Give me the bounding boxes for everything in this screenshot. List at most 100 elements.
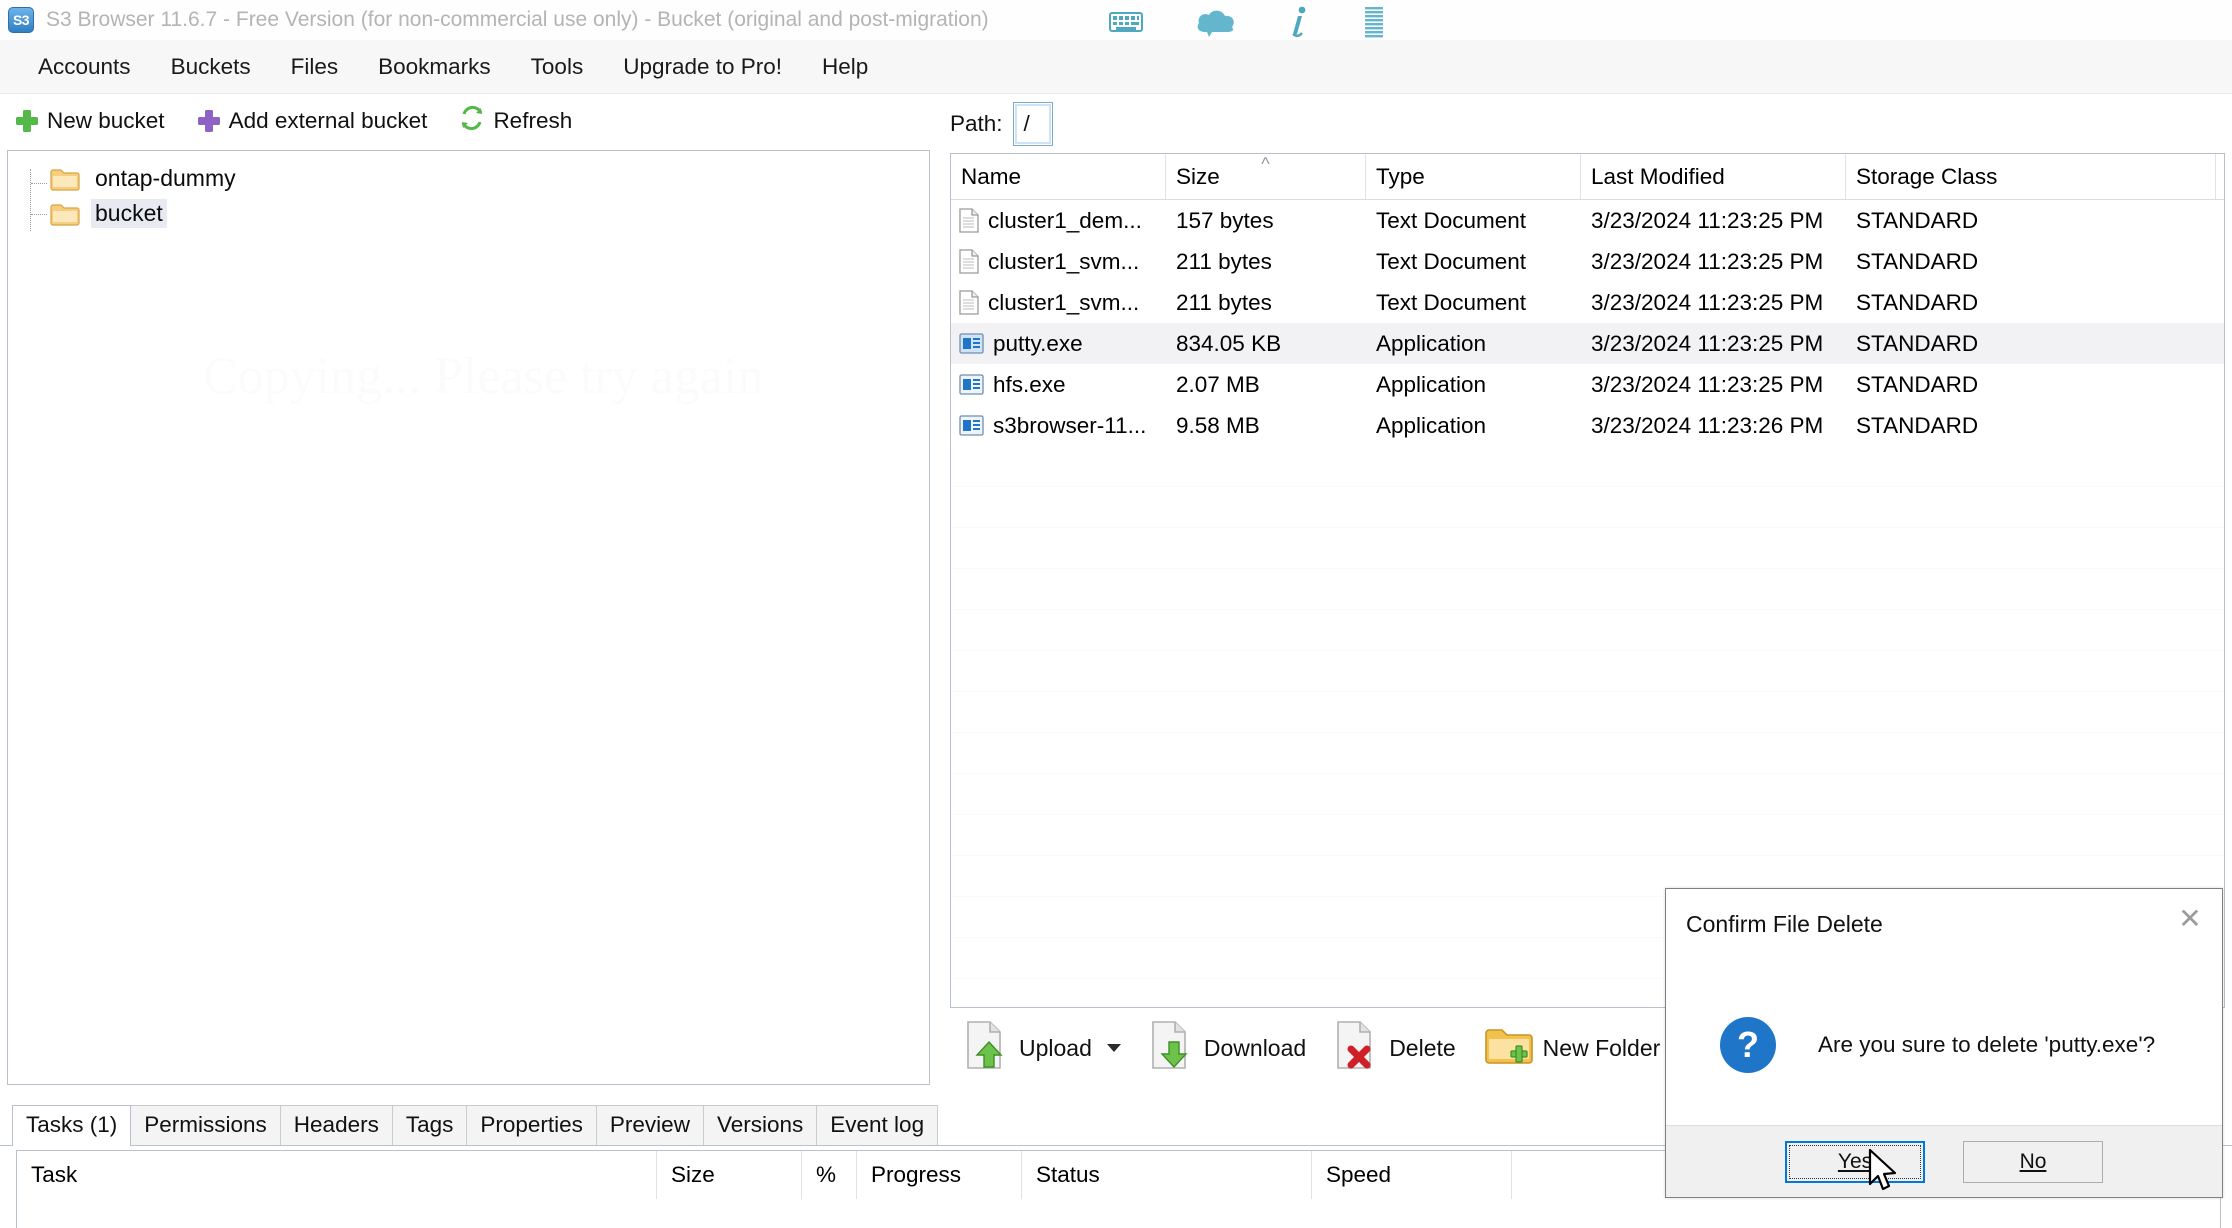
tab-tasks[interactable]: Tasks (1) bbox=[12, 1105, 132, 1146]
download-button[interactable]: Download bbox=[1149, 1019, 1306, 1077]
tree-guide bbox=[30, 196, 52, 231]
file-name-cell: putty.exe bbox=[951, 323, 1166, 364]
menu-item-upgrade-to-pro[interactable]: Upgrade to Pro! bbox=[603, 50, 802, 84]
folder-icon bbox=[50, 202, 80, 226]
dialog-footer: Yes No bbox=[1666, 1125, 2222, 1197]
menu-item-bookmarks[interactable]: Bookmarks bbox=[358, 50, 511, 84]
file-type: Application bbox=[1376, 412, 1487, 438]
dialog-title: Confirm File Delete bbox=[1686, 911, 1883, 937]
confirm-file-delete-dialog: Confirm File Delete ✕ ? Are you sure to … bbox=[1665, 888, 2223, 1198]
empty-row bbox=[951, 692, 2224, 733]
column-header-task[interactable]: Task bbox=[17, 1151, 657, 1199]
file-modified: 3/23/2024 11:23:25 PM bbox=[1591, 289, 1824, 315]
column-header-size[interactable]: ^ Size bbox=[1166, 154, 1366, 199]
bucket-toolbar: New bucket Add external bucket Refresh bbox=[0, 95, 930, 147]
file-name-cell: s3browser-11... bbox=[951, 405, 1166, 446]
tab-headers[interactable]: Headers bbox=[279, 1105, 393, 1145]
upload-button[interactable]: Upload bbox=[964, 1019, 1121, 1077]
file-name: cluster1_svm... bbox=[988, 289, 1140, 315]
window-title: S3 Browser 11.6.7 - Free Version (for no… bbox=[46, 8, 989, 31]
column-header-last-modified[interactable]: Last Modified bbox=[1581, 154, 1846, 199]
refresh-button[interactable]: Refresh bbox=[456, 103, 575, 139]
plus-icon bbox=[197, 109, 221, 133]
file-name-cell: hfs.exe bbox=[951, 364, 1166, 405]
file-list[interactable]: Name ^ Size Type Last Modified Storage C… bbox=[950, 153, 2225, 1008]
empty-row bbox=[951, 774, 2224, 815]
column-header-type[interactable]: Type bbox=[1366, 154, 1581, 199]
no-button[interactable]: No bbox=[1963, 1140, 2103, 1183]
column-header-size[interactable]: Size bbox=[657, 1151, 802, 1199]
column-header-progress[interactable]: Progress bbox=[857, 1151, 1022, 1199]
file-type: Text Document bbox=[1376, 248, 1527, 274]
file-storage-class: STANDARD bbox=[1856, 371, 1979, 397]
menu-bar: Accounts Buckets Files Bookmarks Tools U… bbox=[0, 40, 2232, 94]
file-modified: 3/23/2024 11:23:26 PM bbox=[1591, 412, 1824, 438]
tab-versions[interactable]: Versions bbox=[702, 1105, 818, 1145]
close-icon[interactable]: ✕ bbox=[2170, 899, 2210, 937]
file-storage-class: STANDARD bbox=[1856, 289, 1979, 315]
application-icon bbox=[959, 333, 984, 354]
menu-item-help[interactable]: Help bbox=[802, 50, 888, 84]
new-bucket-label: New bucket bbox=[47, 108, 165, 133]
table-row[interactable]: hfs.exe 2.07 MB Application 3/23/2024 11… bbox=[951, 364, 2224, 405]
tree-item-ontap-dummy[interactable]: ontap-dummy bbox=[8, 161, 929, 197]
table-row[interactable]: cluster1_dem... 157 bytes Text Document … bbox=[951, 200, 2224, 241]
column-header-percent[interactable]: % bbox=[802, 1151, 857, 1199]
file-size: 9.58 MB bbox=[1176, 412, 1260, 438]
empty-row bbox=[951, 569, 2224, 610]
menu-item-buckets[interactable]: Buckets bbox=[151, 50, 271, 84]
empty-row bbox=[951, 733, 2224, 774]
file-name: s3browser-11... bbox=[993, 412, 1147, 438]
dialog-body: ? Are you sure to delete 'putty.exe'? bbox=[1666, 965, 2222, 1125]
table-row[interactable]: s3browser-11... 9.58 MB Application 3/23… bbox=[951, 405, 2224, 446]
table-row[interactable]: cluster1_svm... 211 bytes Text Document … bbox=[951, 241, 2224, 282]
column-header-speed[interactable]: Speed bbox=[1312, 1151, 1512, 1199]
column-header-storage-class[interactable]: Storage Class bbox=[1846, 154, 2216, 199]
new-bucket-button[interactable]: New bucket bbox=[12, 106, 168, 136]
keyboard-icon[interactable] bbox=[1109, 10, 1143, 34]
file-type: Text Document bbox=[1376, 207, 1527, 233]
info-icon[interactable] bbox=[1289, 6, 1311, 38]
file-modified: 3/23/2024 11:23:25 PM bbox=[1591, 207, 1824, 233]
dialog-message: Are you sure to delete 'putty.exe'? bbox=[1818, 1032, 2156, 1057]
menu-item-files[interactable]: Files bbox=[271, 50, 359, 84]
refresh-label: Refresh bbox=[493, 108, 573, 133]
file-storage-class: STANDARD bbox=[1856, 412, 1979, 438]
no-accel: No bbox=[2019, 1149, 2047, 1173]
tab-preview[interactable]: Preview bbox=[595, 1105, 704, 1145]
cloud-icon[interactable] bbox=[1195, 7, 1237, 37]
chevron-down-icon[interactable] bbox=[1106, 1044, 1121, 1052]
bucket-tree-panel[interactable]: Copying... Please try again ontap-dummy … bbox=[7, 150, 930, 1085]
tab-event-log[interactable]: Event log bbox=[816, 1105, 939, 1145]
column-header-status[interactable]: Status bbox=[1022, 1151, 1312, 1199]
upload-label: Upload bbox=[1019, 1034, 1092, 1061]
yes-button[interactable]: Yes bbox=[1785, 1140, 1925, 1183]
file-modified: 3/23/2024 11:23:25 PM bbox=[1591, 371, 1824, 397]
table-row[interactable]: cluster1_svm... 211 bytes Text Document … bbox=[951, 282, 2224, 323]
column-header-name[interactable]: Name bbox=[951, 154, 1166, 199]
file-size: 157 bytes bbox=[1176, 207, 1274, 233]
add-external-bucket-button[interactable]: Add external bucket bbox=[194, 106, 431, 136]
file-list-header: Name ^ Size Type Last Modified Storage C… bbox=[951, 154, 2224, 200]
path-input[interactable]: / bbox=[1012, 102, 1053, 146]
menu-item-tools[interactable]: Tools bbox=[511, 50, 604, 84]
menu-item-accounts[interactable]: Accounts bbox=[18, 50, 151, 84]
tab-permissions[interactable]: Permissions bbox=[130, 1105, 281, 1145]
s3-browser-window: S3 S3 Browser 11.6.7 - Free Version (for… bbox=[0, 0, 2232, 1228]
download-icon bbox=[1149, 1019, 1195, 1077]
delete-button[interactable]: Delete bbox=[1334, 1019, 1456, 1077]
application-icon bbox=[959, 415, 984, 436]
tab-properties[interactable]: Properties bbox=[466, 1105, 597, 1145]
tree-item-bucket[interactable]: bucket bbox=[8, 196, 929, 231]
text-document-icon bbox=[959, 208, 979, 233]
column-header-size-label: Size bbox=[1176, 163, 1220, 189]
empty-row bbox=[951, 446, 2224, 487]
bucket-tree: ontap-dummy bucket bbox=[8, 151, 929, 231]
tab-tags[interactable]: Tags bbox=[391, 1105, 468, 1145]
table-row[interactable]: putty.exe 834.05 KB Application 3/23/202… bbox=[951, 323, 2224, 364]
file-type: Text Document bbox=[1376, 289, 1527, 315]
app-icon: S3 bbox=[8, 7, 34, 33]
new-folder-button[interactable]: New Folder bbox=[1484, 1024, 1660, 1072]
list-icon[interactable] bbox=[1363, 6, 1387, 38]
file-name-cell: cluster1_svm... bbox=[951, 241, 1166, 282]
